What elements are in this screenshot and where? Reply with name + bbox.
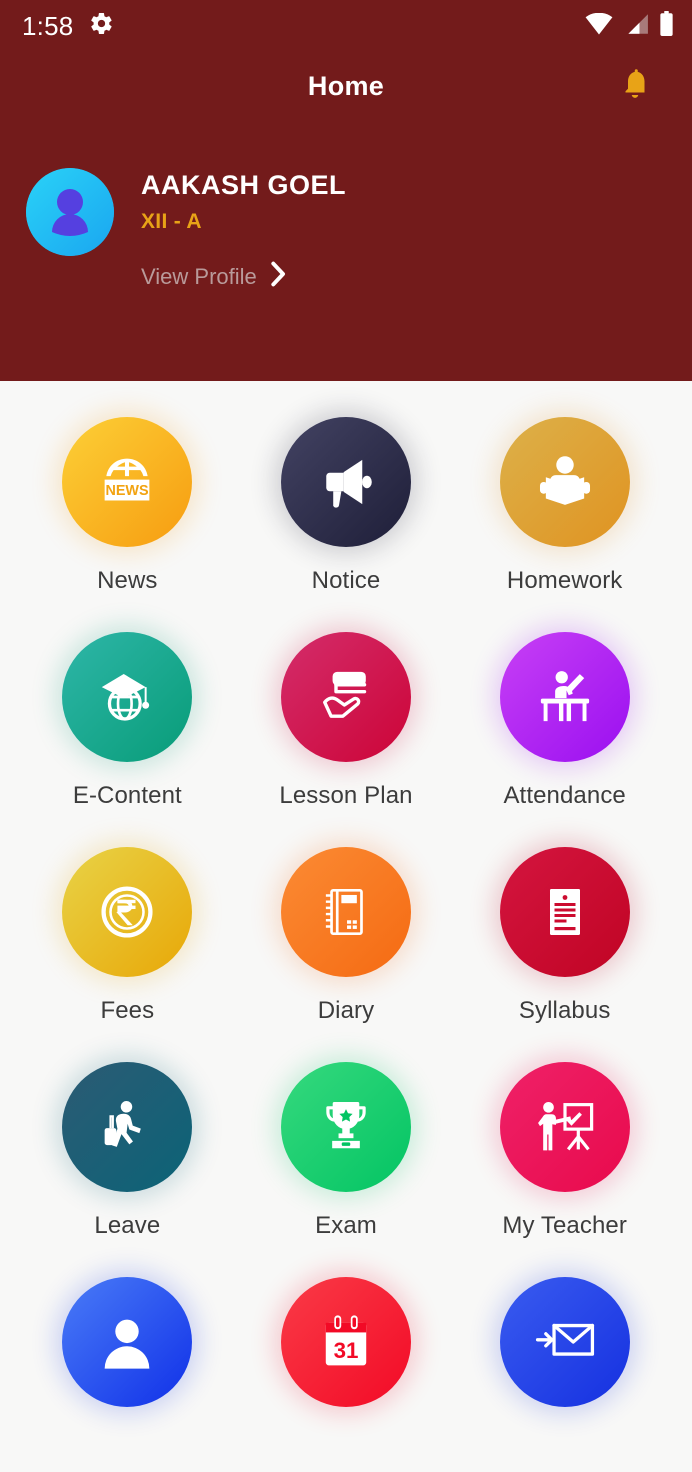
menu-tile-homework[interactable]: Homework bbox=[455, 397, 674, 612]
news-globe-icon: NEWS bbox=[62, 417, 193, 547]
svg-text:31: 31 bbox=[334, 1338, 359, 1363]
status-bar-left: 1:58 bbox=[22, 11, 114, 42]
menu-tile-label: Attendance bbox=[503, 782, 626, 809]
envelope-arrow-icon bbox=[499, 1277, 630, 1407]
status-bar: 1:58 bbox=[0, 0, 692, 52]
teacher-board-icon bbox=[499, 1062, 630, 1192]
menu-tile-exam[interactable]: Exam bbox=[237, 1042, 456, 1257]
menu-grid: NEWS News Notice Homework E-Content Less… bbox=[0, 381, 692, 1472]
menu-tile-label: Leave bbox=[94, 1212, 161, 1239]
page-title: Home bbox=[307, 70, 385, 101]
wifi-icon bbox=[585, 12, 613, 40]
profile-class: XII - A bbox=[141, 210, 202, 234]
menu-tile-attendance[interactable]: Attendance bbox=[455, 612, 674, 827]
profile-info: AAKASH GOEL XII - A View Profile bbox=[141, 168, 346, 292]
status-bar-clock: 1:58 bbox=[22, 10, 74, 41]
menu-tile-14[interactable] bbox=[455, 1257, 674, 1472]
menu-tile-fees[interactable]: Fees bbox=[18, 827, 237, 1042]
menu-tile-label: Exam bbox=[315, 1212, 377, 1239]
traveler-suitcase-icon bbox=[62, 1062, 193, 1192]
menu-tile-diary[interactable]: Diary bbox=[237, 827, 456, 1042]
menu-tile-label: News bbox=[97, 567, 158, 594]
graduation-globe-icon bbox=[62, 632, 193, 762]
menu-tile-13[interactable]: 31 bbox=[237, 1257, 456, 1472]
menu-tile-syllabus[interactable]: Syllabus bbox=[455, 827, 674, 1042]
person-reading-icon bbox=[499, 417, 630, 547]
bell-icon[interactable] bbox=[620, 67, 650, 106]
menu-tile-label: Fees bbox=[100, 997, 155, 1024]
menu-tile-12[interactable] bbox=[18, 1257, 237, 1472]
view-profile-link[interactable]: View Profile bbox=[141, 261, 346, 292]
app-header: 1:58 Home AAKASH GOEL XII - A View Profi… bbox=[0, 0, 692, 381]
menu-tile-label: Syllabus bbox=[518, 997, 611, 1024]
menu-tile-news[interactable]: NEWS News bbox=[18, 397, 237, 612]
menu-tile-label: Homework bbox=[506, 567, 623, 594]
svg-text:NEWS: NEWS bbox=[106, 483, 150, 499]
menu-tile-e-content[interactable]: E-Content bbox=[18, 612, 237, 827]
calendar-31-icon: 31 bbox=[280, 1277, 411, 1407]
header-title-row: Home bbox=[0, 52, 692, 120]
megaphone-icon bbox=[280, 417, 411, 547]
chevron-right-icon bbox=[270, 261, 287, 292]
notebook-icon bbox=[280, 847, 411, 977]
menu-tile-notice[interactable]: Notice bbox=[237, 397, 456, 612]
cellular-signal-icon bbox=[623, 13, 649, 40]
student-desk-icon bbox=[499, 632, 630, 762]
document-lines-icon bbox=[499, 847, 630, 977]
gear-icon bbox=[89, 11, 114, 41]
menu-tile-lesson-plan[interactable]: Lesson Plan bbox=[237, 612, 456, 827]
battery-icon bbox=[659, 11, 674, 41]
menu-tile-label: Lesson Plan bbox=[279, 782, 413, 809]
avatar bbox=[26, 168, 114, 256]
profile-section[interactable]: AAKASH GOEL XII - A View Profile bbox=[0, 120, 692, 292]
profile-name: AAKASH GOEL bbox=[141, 170, 347, 200]
trophy-icon bbox=[280, 1062, 411, 1192]
menu-tile-leave[interactable]: Leave bbox=[18, 1042, 237, 1257]
status-bar-right bbox=[585, 11, 674, 41]
menu-tile-label: My Teacher bbox=[502, 1212, 627, 1239]
view-profile-label: View Profile bbox=[141, 263, 257, 289]
menu-tile-label: Notice bbox=[311, 567, 381, 594]
rupee-coin-icon bbox=[62, 847, 193, 977]
hand-book-icon bbox=[280, 632, 411, 762]
menu-tile-my-teacher[interactable]: My Teacher bbox=[455, 1042, 674, 1257]
menu-tile-label: Diary bbox=[317, 997, 375, 1024]
menu-tile-label: E-Content bbox=[72, 782, 182, 809]
person-icon bbox=[62, 1277, 193, 1407]
